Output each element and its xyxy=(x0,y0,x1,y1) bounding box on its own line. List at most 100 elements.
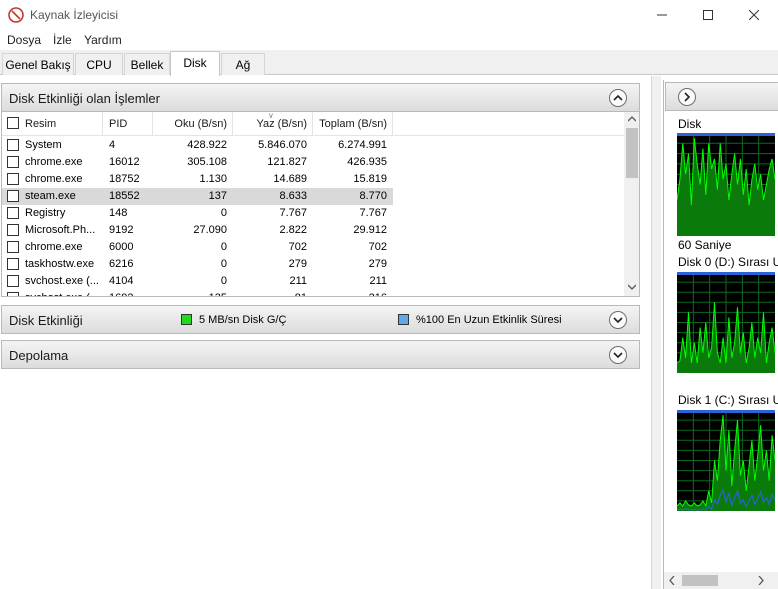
cell-image: svchost.exe (... xyxy=(25,275,99,287)
menu-help[interactable]: Yardım xyxy=(84,33,122,47)
expand-disk-activity-button[interactable] xyxy=(609,311,627,329)
cell-pid: 4 xyxy=(109,139,116,151)
menu-file[interactable]: Dosya xyxy=(7,33,41,47)
disk-activity-title: Disk Etkinliği xyxy=(9,313,83,328)
cell-pid: 18752 xyxy=(109,173,140,185)
tab-disk[interactable]: Disk xyxy=(170,51,220,76)
cell-total: 6.274.991 xyxy=(338,139,387,151)
menu-bar: Dosya İzle Yardım xyxy=(0,30,778,50)
tab-bar: Genel Bakış CPU Bellek Disk Ağ xyxy=(0,50,778,76)
tab-cpu[interactable]: CPU xyxy=(75,53,123,75)
cell-image: chrome.exe xyxy=(25,173,83,185)
horizontal-scrollbar-thumb[interactable] xyxy=(682,575,718,586)
max-band xyxy=(677,272,775,275)
io-legend-label: 5 MB/sn Disk G/Ç xyxy=(199,314,287,326)
cell-write: 121.827 xyxy=(267,156,307,168)
table-row[interactable]: svchost.exe (... 1692 135 81 216 xyxy=(2,290,624,296)
disk1-graph xyxy=(677,410,775,511)
collapse-processes-button[interactable] xyxy=(609,89,627,107)
cell-read: 428.922 xyxy=(187,139,227,151)
scroll-left-icon xyxy=(669,576,675,585)
expand-storage-button[interactable] xyxy=(609,346,627,364)
cell-pid: 1692 xyxy=(109,292,133,296)
cell-write: 8.633 xyxy=(279,190,307,202)
disk-activity-section-header[interactable]: Disk Etkinliği 5 MB/sn Disk G/Ç %100 En … xyxy=(1,305,640,334)
row-checkbox[interactable] xyxy=(7,173,19,185)
maximize-button[interactable] xyxy=(685,0,731,30)
column-total[interactable]: Toplam (B/sn) xyxy=(312,118,387,130)
cell-image: Registry xyxy=(25,207,66,219)
table-row[interactable]: Microsoft.Ph... 9192 27.090 2.822 29.912 xyxy=(2,222,624,239)
row-checkbox[interactable] xyxy=(7,207,19,219)
scrollbar-thumb[interactable] xyxy=(626,128,638,178)
horizontal-scrollbar[interactable] xyxy=(664,572,778,589)
views-button[interactable] xyxy=(678,88,696,106)
column-image[interactable]: Resim xyxy=(25,118,56,130)
cell-total: 279 xyxy=(368,258,387,270)
vertical-scrollbar[interactable] xyxy=(624,112,639,296)
table-row[interactable]: chrome.exe 16012 305.108 121.827 426.935 xyxy=(2,154,624,171)
cell-total: 29.912 xyxy=(353,224,387,236)
cell-write: 211 xyxy=(289,275,307,287)
disk0-graph xyxy=(677,272,775,373)
menu-monitor[interactable]: İzle xyxy=(53,33,72,47)
processes-section-header[interactable]: Disk Etkinliği olan İşlemler xyxy=(1,83,640,112)
cell-read: 0 xyxy=(220,207,227,219)
scroll-up-icon xyxy=(628,116,636,122)
cell-pid: 16012 xyxy=(109,156,140,168)
table-row[interactable]: chrome.exe 18752 1.130 14.689 15.819 xyxy=(2,171,624,188)
row-checkbox[interactable] xyxy=(7,241,19,253)
io-legend-swatch xyxy=(181,314,192,325)
processes-section-title: Disk Etkinliği olan İşlemler xyxy=(9,91,160,106)
tab-network[interactable]: Ağ xyxy=(221,53,265,75)
table-row[interactable]: System 4 428.922 5.846.070 6.274.991 xyxy=(2,137,624,154)
graphs-panel: Disk 60 Saniye Disk 0 (D:) Sırası U Disk… xyxy=(663,80,778,589)
cell-write: 279 xyxy=(288,258,307,270)
chevron-up-icon xyxy=(613,94,623,101)
cell-write: 81 xyxy=(232,292,307,296)
select-all-checkbox[interactable] xyxy=(7,117,19,129)
cell-read: 27.090 xyxy=(193,224,227,236)
cell-read: 135 xyxy=(152,292,227,296)
row-checkbox[interactable] xyxy=(7,190,19,202)
cell-pid: 18552 xyxy=(109,190,140,202)
close-button[interactable] xyxy=(731,0,777,30)
cell-image: System xyxy=(25,139,62,151)
table-row[interactable]: taskhostw.exe 6216 0 279 279 xyxy=(2,256,624,273)
table-row[interactable]: Registry 148 0 7.767 7.767 xyxy=(2,205,624,222)
cell-write: 5.846.070 xyxy=(258,139,307,151)
graphs-panel-header xyxy=(665,82,778,111)
storage-section-header[interactable]: Depolama xyxy=(1,340,640,369)
cell-image: svchost.exe (... xyxy=(25,292,101,296)
row-checkbox[interactable] xyxy=(7,292,19,296)
tab-overview[interactable]: Genel Bakış xyxy=(2,53,74,75)
cell-total: 211 xyxy=(369,275,387,287)
cell-pid: 9192 xyxy=(109,224,134,236)
pane-splitter[interactable] xyxy=(651,76,661,589)
table-row[interactable]: chrome.exe 6000 0 702 702 xyxy=(2,239,624,256)
column-read[interactable]: Oku (B/sn) xyxy=(152,118,227,130)
chevron-down-icon xyxy=(613,317,623,324)
cell-write: 702 xyxy=(288,241,307,253)
disk-graph-label: Disk xyxy=(678,117,702,131)
cell-image: chrome.exe xyxy=(25,241,83,253)
column-pid[interactable]: PID xyxy=(109,118,127,130)
row-checkbox[interactable] xyxy=(7,275,19,287)
active-time-legend-label: %100 En Uzun Etkinlik Süresi xyxy=(416,314,562,326)
row-checkbox[interactable] xyxy=(7,258,19,270)
tab-memory[interactable]: Bellek xyxy=(124,53,170,75)
row-checkbox[interactable] xyxy=(7,224,19,236)
disk-graph xyxy=(677,133,775,236)
cell-write: 14.689 xyxy=(273,173,307,185)
row-checkbox[interactable] xyxy=(7,156,19,168)
row-checkbox[interactable] xyxy=(7,139,19,151)
cell-write: 2.822 xyxy=(279,224,307,236)
table-row[interactable]: steam.exe 18552 137 8.633 8.770 xyxy=(2,188,624,205)
cell-total: 7.767 xyxy=(359,207,387,219)
table-header: Resim PID Oku (B/sn) Yaz (B/sn) ∨ Toplam… xyxy=(2,112,624,136)
resource-monitor-icon xyxy=(8,7,24,23)
disk1-graph-label: Disk 1 (C:) Sırası U xyxy=(678,393,778,407)
cell-total: 15.819 xyxy=(353,173,387,185)
table-row[interactable]: svchost.exe (... 4104 0 211 211 xyxy=(2,273,624,290)
minimize-button[interactable] xyxy=(639,0,685,30)
